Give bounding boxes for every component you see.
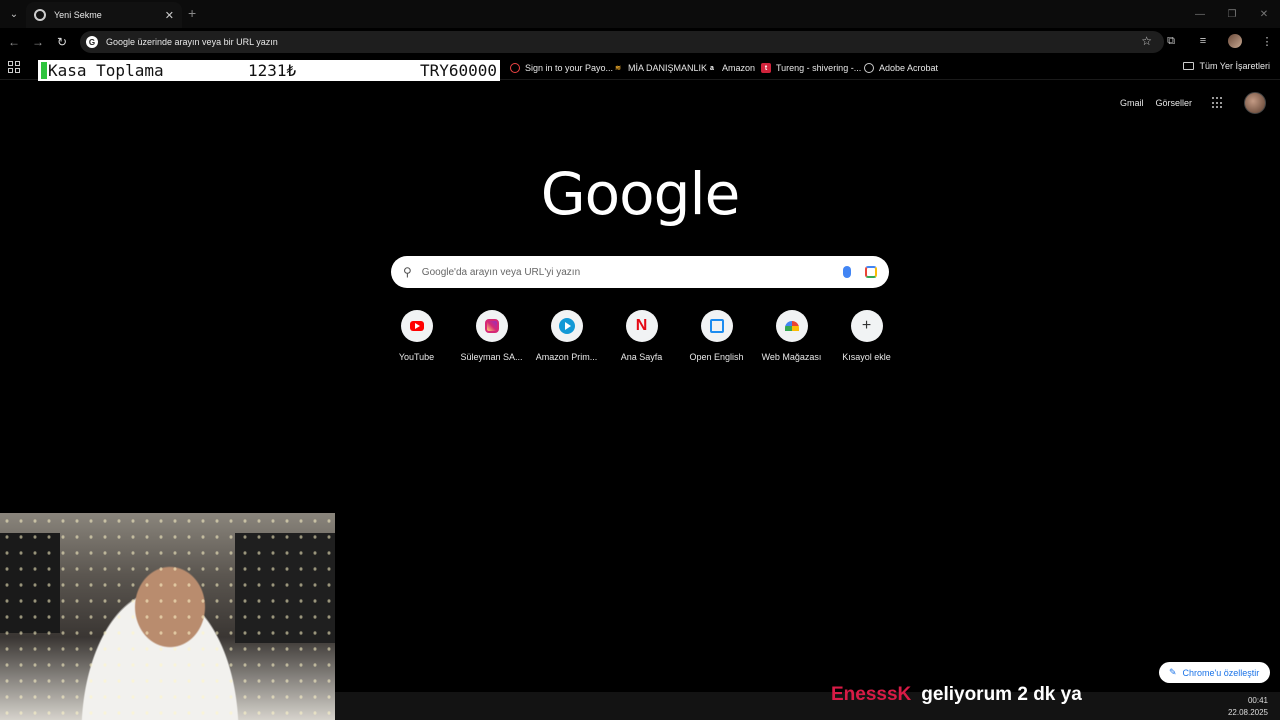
close-tab-icon[interactable]: ✕ <box>165 9 174 22</box>
shortcut-label: YouTube <box>398 352 435 362</box>
chat-message: EnesssK geliyorum 2 dk ya <box>831 684 1082 706</box>
search-icon: ⚲ <box>403 265 412 279</box>
bookmark-label: MİA DANIŞMANLIK <box>628 63 708 73</box>
chat-username: EnesssK <box>831 684 912 705</box>
tab-title: Yeni Sekme <box>54 10 102 20</box>
bookmark-mia[interactable]: ≋ MİA DANIŞMANLIK <box>613 61 707 75</box>
goal-target: TRY60000 <box>419 61 497 80</box>
close-window-icon[interactable]: ✕ <box>1248 0 1280 28</box>
customize-label: Chrome'u özelleştir <box>1182 667 1260 678</box>
toolbar-actions: ⧉ ≡ ⋮ <box>1164 34 1274 48</box>
payoneer-icon <box>510 63 520 73</box>
bookmark-label: Adobe Acrobat <box>879 63 939 73</box>
youtube-icon <box>409 321 424 331</box>
string-lights <box>0 513 335 720</box>
tureng-icon: t <box>761 63 771 73</box>
all-bookmarks[interactable]: Tüm Yer İşaretleri <box>1183 61 1270 71</box>
lens-icon[interactable] <box>865 266 877 278</box>
address-bar-text: Google üzerinde arayın veya bir URL yazı… <box>106 37 278 47</box>
folder-icon <box>1183 62 1195 70</box>
toolbar: ← → ↻ G Google üzerinde arayın veya bir … <box>0 28 1280 56</box>
bookmark-star-icon[interactable]: ☆ <box>1141 34 1152 48</box>
bookmark-label: Amazon <box>722 63 756 73</box>
shortcut-prime[interactable]: Amazon Prim... <box>529 310 604 362</box>
system-clock[interactable]: 00:41 22.08.2025 <box>1228 695 1268 719</box>
goal-title: Kasa Toplama <box>48 61 164 80</box>
donation-goal-overlay: Kasa Toplama 1231₺ TRY60000 <box>38 60 500 81</box>
bookmark-label: Tureng - shivering -... <box>776 63 862 73</box>
shortcut-label: Ana Sayfa <box>620 352 663 362</box>
avatar[interactable] <box>1244 92 1266 114</box>
gmail-link[interactable]: Gmail <box>1120 98 1144 108</box>
add-shortcut-button[interactable]: + Kısayol ekle <box>829 310 904 362</box>
restore-icon[interactable]: ❐ <box>1216 0 1248 28</box>
menu-icon[interactable]: ⋮ <box>1260 34 1274 48</box>
goal-progress-marker <box>41 62 47 79</box>
instagram-icon <box>484 319 499 333</box>
google-apps-icon[interactable] <box>1212 97 1224 109</box>
minimize-icon[interactable]: — <box>1184 0 1216 28</box>
shortcut-open-english[interactable]: Open English <box>679 310 754 362</box>
window-controls: — ❐ ✕ <box>1184 0 1280 28</box>
media-icon[interactable]: ≡ <box>1196 34 1210 48</box>
chrome-icon <box>34 9 46 21</box>
profile-icon[interactable] <box>1228 34 1242 48</box>
microphone-icon[interactable] <box>843 266 851 278</box>
images-link[interactable]: Görseller <box>1155 98 1192 108</box>
tab-strip: ⌄ Yeni Sekme ✕ + — ❐ ✕ <box>0 0 1280 28</box>
shortcut-youtube[interactable]: YouTube <box>379 310 454 362</box>
prime-video-icon <box>558 318 575 334</box>
webcam-overlay <box>0 513 335 720</box>
shortcut-netflix[interactable]: N Ana Sayfa <box>604 310 679 362</box>
new-tab-icon[interactable]: + <box>188 5 196 21</box>
forward-icon[interactable]: → <box>30 34 46 50</box>
all-bookmarks-label: Tüm Yer İşaretleri <box>1199 61 1270 71</box>
shortcut-label: Web Mağazası <box>761 352 822 362</box>
bookmark-acrobat[interactable]: Adobe Acrobat <box>864 61 938 75</box>
goal-current: 1231₺ <box>248 61 297 80</box>
netflix-icon: N <box>635 317 648 334</box>
google-logo: Google <box>540 160 741 228</box>
extensions-icon[interactable]: ⧉ <box>1164 34 1178 48</box>
back-icon[interactable]: ← <box>6 34 22 50</box>
bookmark-amazon[interactable]: a Amazon <box>707 61 755 75</box>
tab-search-icon[interactable]: ⌄ <box>6 6 22 22</box>
web-store-icon <box>784 321 799 331</box>
plus-icon: + <box>861 317 872 334</box>
bookmark-tureng[interactable]: t Tureng - shivering -... <box>761 61 861 75</box>
chat-text: geliyorum 2 dk ya <box>921 684 1082 705</box>
customize-chrome-button[interactable]: ✎ Chrome'u özelleştir <box>1159 662 1270 683</box>
shortcut-label: Kısayol ekle <box>842 352 891 362</box>
acrobat-icon <box>864 63 874 73</box>
pencil-icon: ✎ <box>1169 667 1177 677</box>
clock-date: 22.08.2025 <box>1227 708 1268 717</box>
apps-icon[interactable] <box>8 61 20 73</box>
reload-icon[interactable]: ↻ <box>54 34 70 50</box>
google-icon: G <box>86 36 98 48</box>
address-bar[interactable]: G Google üzerinde arayın veya bir URL ya… <box>80 31 1164 53</box>
open-english-icon <box>709 319 724 333</box>
mia-icon: ≋ <box>615 65 621 72</box>
search-box[interactable]: ⚲ Google'da arayın veya URL'yi yazın <box>391 256 889 288</box>
bookmark-payoneer[interactable]: Sign in to your Payo... <box>510 61 613 75</box>
shortcut-label: Süleyman SA... <box>460 352 523 362</box>
top-links: Gmail Görseller <box>1120 92 1266 114</box>
shortcut-web-store[interactable]: Web Mağazası <box>754 310 829 362</box>
bookmark-label: Sign in to your Payo... <box>525 63 614 73</box>
amazon-icon: a <box>710 64 714 72</box>
clock-time: 00:41 <box>1247 696 1268 705</box>
shortcuts: YouTube Süleyman SA... Amazon Prim... N … <box>379 310 904 362</box>
tab-new-tab[interactable]: Yeni Sekme ✕ <box>26 2 182 28</box>
shortcut-instagram[interactable]: Süleyman SA... <box>454 310 529 362</box>
search-input[interactable]: Google'da arayın veya URL'yi yazın <box>422 267 843 278</box>
shortcut-label: Open English <box>689 352 744 362</box>
taskbar <box>335 692 1280 720</box>
shortcut-label: Amazon Prim... <box>535 352 598 362</box>
